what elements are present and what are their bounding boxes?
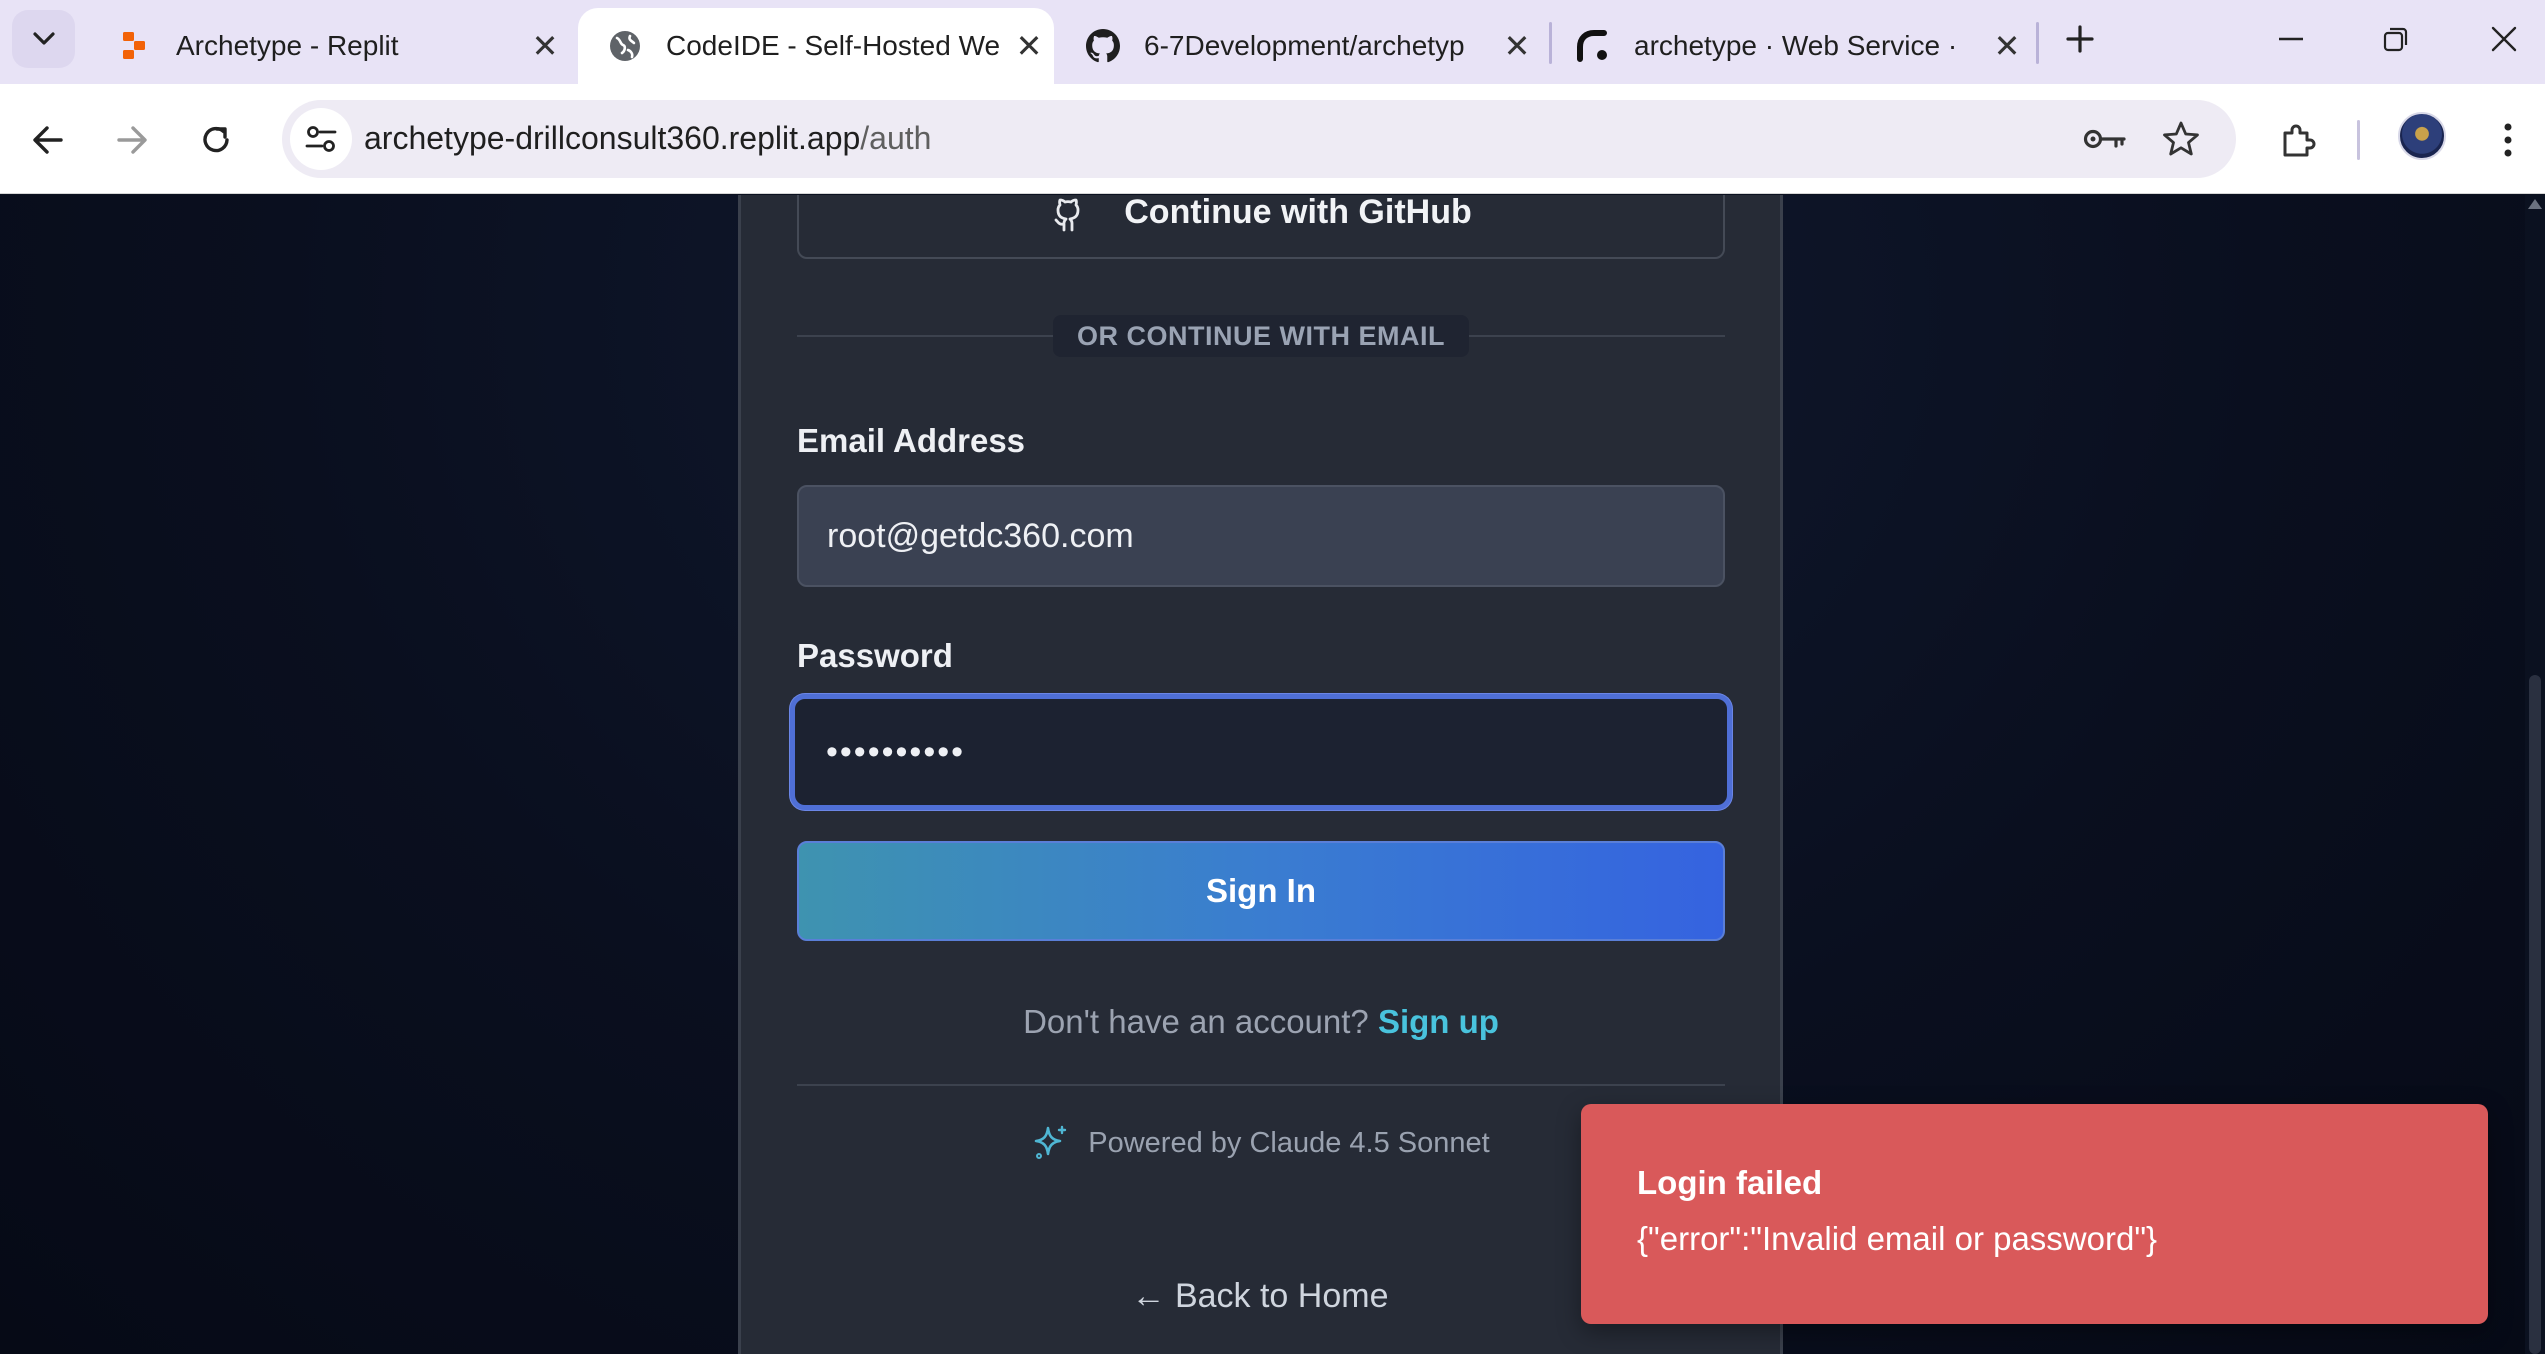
close-icon[interactable]: ✕: [520, 27, 570, 65]
divider-label: OR CONTINUE WITH EMAIL: [1053, 315, 1469, 357]
close-icon[interactable]: ✕: [1982, 27, 2032, 65]
tab-github[interactable]: 6-7Development/archetyp ✕: [1056, 8, 1542, 84]
restore-button[interactable]: [2366, 14, 2426, 64]
arrow-right-icon: [117, 126, 147, 154]
browser-menu-button[interactable]: [2480, 112, 2536, 168]
new-tab-button[interactable]: [2050, 14, 2110, 64]
minimize-icon: [2279, 37, 2303, 41]
extensions-button[interactable]: [2270, 112, 2326, 168]
back-button[interactable]: [20, 112, 76, 168]
puzzle-icon: [2283, 124, 2316, 157]
tab-title: Archetype - Replit: [176, 30, 399, 61]
key-icon: [2083, 129, 2126, 149]
arrow-left-icon: [33, 126, 63, 154]
email-label: Email Address: [797, 422, 1026, 459]
github-login-button[interactable]: Continue with GitHub: [797, 195, 1725, 259]
github-icon: [1086, 29, 1120, 63]
password-label: Password: [797, 637, 953, 674]
plus-icon: [2066, 25, 2094, 53]
globe-icon: [608, 29, 642, 63]
close-icon: [2491, 26, 2517, 52]
more-vertical-icon: [2504, 123, 2512, 157]
password-key-button[interactable]: [2080, 114, 2130, 164]
close-icon[interactable]: ✕: [1004, 27, 1054, 65]
github-icon: [1054, 198, 1080, 232]
site-info-button[interactable]: [290, 108, 352, 170]
page-content: Continue with GitHub OR CONTINUE WITH EM…: [0, 195, 2545, 1354]
browser-tab-bar: Archetype - Replit ✕ CodeIDE - Self-Host…: [0, 0, 2545, 84]
url-text: archetype-drillconsult360.replit.app/aut…: [364, 120, 931, 157]
page-scrollbar[interactable]: [2525, 195, 2545, 1354]
powered-by-text: Powered by Claude 4.5 Sonnet: [1088, 1126, 1490, 1159]
toolbar-separator: [2357, 120, 2360, 160]
back-to-home-link[interactable]: ← Back to Home: [1000, 1277, 1520, 1316]
tab-title: archetype · Web Service ·: [1634, 30, 1958, 61]
sign-up-link[interactable]: Sign up: [1378, 1003, 1499, 1040]
error-toast[interactable]: Login failed {"error":"Invalid email or …: [1581, 1104, 2488, 1324]
profile-avatar[interactable]: [2398, 112, 2446, 160]
toast-message: {"error":"Invalid email or password"}: [1637, 1220, 2158, 1257]
close-icon[interactable]: ✕: [1492, 27, 1542, 65]
tab-search-button[interactable]: [12, 10, 75, 68]
card-divider: [797, 1084, 1725, 1086]
tab-title: CodeIDE - Self-Hosted We: [666, 30, 1001, 61]
scroll-up-arrow[interactable]: [2528, 199, 2542, 209]
tab-archetype-replit[interactable]: Archetype - Replit ✕: [88, 8, 570, 84]
replit-icon: [118, 29, 152, 63]
password-field[interactable]: [795, 699, 1727, 805]
toast-title: Login failed: [1637, 1164, 1823, 1201]
no-account-text: Don't have an account?: [1023, 1003, 1369, 1040]
url-host: archetype-drillconsult360.replit.app: [364, 120, 861, 156]
forward-button[interactable]: [104, 112, 160, 168]
restore-icon: [2383, 27, 2408, 52]
tab-render[interactable]: archetype · Web Service · ✕: [1546, 8, 2032, 84]
tab-codeide[interactable]: CodeIDE - Self-Hosted We ✕: [578, 8, 1054, 84]
reload-button[interactable]: [188, 112, 244, 168]
address-bar[interactable]: archetype-drillconsult360.replit.app/aut…: [282, 100, 2236, 178]
render-icon: [1576, 29, 1610, 63]
star-icon: [2163, 121, 2199, 156]
bookmark-button[interactable]: [2156, 114, 2206, 164]
reload-icon: [203, 126, 229, 153]
tab-separator: [2036, 22, 2039, 64]
sign-in-button[interactable]: Sign In: [797, 841, 1725, 941]
tab-title: 6-7Development/archetyp: [1144, 30, 1465, 61]
url-path: /auth: [860, 120, 932, 156]
signup-prompt: Don't have an account? Sign up: [797, 1003, 1725, 1041]
scroll-thumb[interactable]: [2529, 675, 2541, 1354]
email-field[interactable]: [797, 485, 1725, 587]
github-button-label: Continue with GitHub: [1124, 195, 1472, 231]
minimize-button[interactable]: [2261, 14, 2321, 64]
window-close-button[interactable]: [2474, 14, 2534, 64]
chevron-down-icon: [32, 32, 55, 45]
tune-icon: [305, 126, 337, 152]
browser-toolbar: archetype-drillconsult360.replit.app/aut…: [0, 84, 2545, 194]
sparkle-icon: [1034, 1125, 1067, 1159]
